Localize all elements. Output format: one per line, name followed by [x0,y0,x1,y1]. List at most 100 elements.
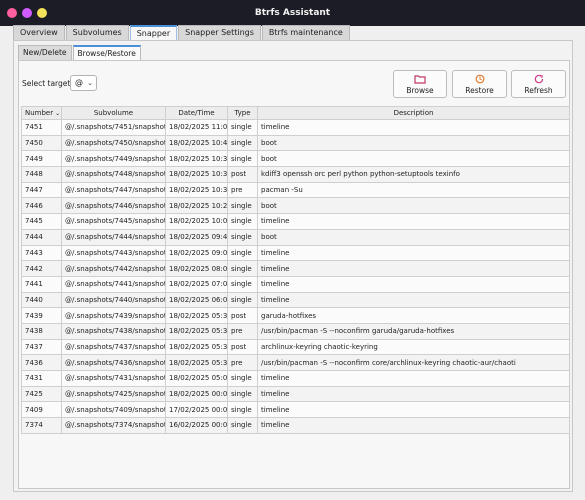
cell-subvolume: @/.snapshots/7409/snapshot [61,401,166,419]
restore-icon [475,74,484,84]
table-row[interactable]: 7446 @/.snapshots/7446/snapshot 18/02/2025… [21,197,570,215]
cell-description: pacman -Su [257,181,570,199]
cell-subvolume: @/.snapshots/7437/snapshot [61,338,166,356]
cell-number: 7425 [21,385,62,403]
cell-subvolume: @/.snapshots/7447/snapshot [61,181,166,199]
table-row[interactable]: 7448 @/.snapshots/7448/snapshot 18/02/2025… [21,166,570,183]
table-row[interactable]: 7444 @/.snapshots/7444/snapshot 18/02/2025… [21,228,570,246]
cell-type: single [227,401,258,419]
cell-description: boot [257,197,570,215]
browse-restore-panel: Select target: @ ⌄ Browse Restore Refres… [18,60,570,489]
cell-subvolume: @/.snapshots/7444/snapshot [61,228,166,246]
cell-number: 7450 [21,134,62,152]
tab-new-delete[interactable]: New/Delete [18,45,72,60]
cell-date-time: 18/02/2025 10:00 [165,213,228,230]
table-row[interactable]: 7443 @/.snapshots/7443/snapshot 18/02/2025… [21,244,570,262]
browse-button[interactable]: Browse [393,70,447,98]
cell-date-time: 18/02/2025 10:37 [165,166,228,183]
table-row[interactable]: 7441 @/.snapshots/7441/snapshot 18/02/2025… [21,275,570,293]
cell-type: single [227,370,258,387]
table-row[interactable]: 7445 @/.snapshots/7445/snapshot 18/02/2025… [21,213,570,230]
cell-number: 7448 [21,166,62,183]
select-target-label: Select target: [22,79,73,88]
cell-type: pre [227,322,258,340]
cell-type: pre [227,181,258,199]
tab-subvolumes[interactable]: Subvolumes [65,25,129,40]
cell-type: single [227,119,258,136]
cell-number: 7440 [21,291,62,309]
table-row[interactable]: 7442 @/.snapshots/7442/snapshot 18/02/2025… [21,260,570,277]
cell-type: post [227,307,258,324]
cell-type: single [227,213,258,230]
cell-subvolume: @/.snapshots/7436/snapshot [61,354,166,371]
main-tab-bar: Overview Subvolumes Snapper Snapper Sett… [13,25,351,40]
cell-number: 7441 [21,275,62,293]
cell-number: 7447 [21,181,62,199]
cell-description: timeline [257,417,570,434]
cell-description: /usr/bin/pacman -S --noconfirm core/arch… [257,354,570,371]
table-row[interactable]: 7431 @/.snapshots/7431/snapshot 18/02/2025… [21,370,570,387]
table-row[interactable]: 7451 @/.snapshots/7451/snapshot 18/02/2025… [21,119,570,136]
cell-subvolume: @/.snapshots/7448/snapshot [61,166,166,183]
tab-overview[interactable]: Overview [13,25,65,40]
target-select-value: @ [75,78,83,87]
app-window: Btrfs Assistant Overview Subvolumes Snap… [0,0,585,500]
browse-button-label: Browse [406,86,434,95]
table-row[interactable]: 7425 @/.snapshots/7425/snapshot 18/02/2025… [21,385,570,403]
cell-date-time: 18/02/2025 09:00 [165,244,228,262]
cell-description: timeline [257,260,570,277]
table-row[interactable]: 7409 @/.snapshots/7409/snapshot 17/02/2025… [21,401,570,419]
cell-type: single [227,385,258,403]
cell-description: timeline [257,119,570,136]
cell-type: single [227,244,258,262]
table-row[interactable]: 7438 @/.snapshots/7438/snapshot 18/02/2025… [21,322,570,340]
cell-date-time: 18/02/2025 05:31 [165,354,228,371]
folder-icon [414,75,426,84]
tab-snapper-settings[interactable]: Snapper Settings [178,25,261,40]
cell-description: timeline [257,370,570,387]
column-header-description[interactable]: Description [257,106,570,120]
sort-descending-icon: ⌄ [55,110,61,117]
cell-subvolume: @/.snapshots/7443/snapshot [61,244,166,262]
table-row[interactable]: 7450 @/.snapshots/7450/snapshot 18/02/2025… [21,134,570,152]
cell-type: single [227,291,258,309]
table-row[interactable]: 7439 @/.snapshots/7439/snapshot 18/02/2025… [21,307,570,324]
cell-subvolume: @/.snapshots/7450/snapshot [61,134,166,152]
column-header-subvolume[interactable]: Subvolume [61,106,166,120]
cell-subvolume: @/.snapshots/7431/snapshot [61,370,166,387]
tab-browse-restore[interactable]: Browse/Restore [72,45,141,60]
cell-subvolume: @/.snapshots/7445/snapshot [61,213,166,230]
cell-description: boot [257,134,570,152]
window-title: Btrfs Assistant [254,8,331,18]
refresh-button[interactable]: Refresh [511,70,566,98]
table-row[interactable]: 7437 @/.snapshots/7437/snapshot 18/02/2025… [21,338,570,356]
column-header-number[interactable]: Number ⌄ [21,106,62,120]
table-row[interactable]: 7447 @/.snapshots/7447/snapshot 18/02/2025… [21,181,570,199]
cell-date-time: 18/02/2025 06:00 [165,291,228,309]
cell-type: post [227,338,258,356]
target-select[interactable]: @ ⌄ [70,75,97,91]
refresh-icon [534,74,543,84]
cell-description: kdiff3 openssh orc perl python python-se… [257,166,570,183]
column-header-type[interactable]: Type [227,106,258,120]
cell-number: 7439 [21,307,62,324]
cell-date-time: 18/02/2025 09:45 [165,228,228,246]
tab-snapper[interactable]: Snapper [129,25,178,40]
cell-number: 7451 [21,119,62,136]
restore-button[interactable]: Restore [452,70,507,98]
table-row[interactable]: 7374 @/.snapshots/7374/snapshot 16/02/2025… [21,417,570,434]
cell-number: 7442 [21,260,62,277]
table-row[interactable]: 7440 @/.snapshots/7440/snapshot 18/02/2025… [21,291,570,309]
table-row[interactable]: 7449 @/.snapshots/7449/snapshot 18/02/2025… [21,150,570,168]
tab-btrfs-maintenance[interactable]: Btrfs maintenance [261,25,350,40]
cell-subvolume: @/.snapshots/7438/snapshot [61,322,166,340]
cell-number: 7446 [21,197,62,215]
column-header-date-time[interactable]: Date/Time [165,106,228,120]
cell-type: single [227,228,258,246]
cell-date-time: 16/02/2025 00:00 [165,417,228,434]
cell-number: 7436 [21,354,62,371]
cell-type: single [227,150,258,168]
cell-description: boot [257,228,570,246]
cell-type: single [227,275,258,293]
table-row[interactable]: 7436 @/.snapshots/7436/snapshot 18/02/2025… [21,354,570,371]
